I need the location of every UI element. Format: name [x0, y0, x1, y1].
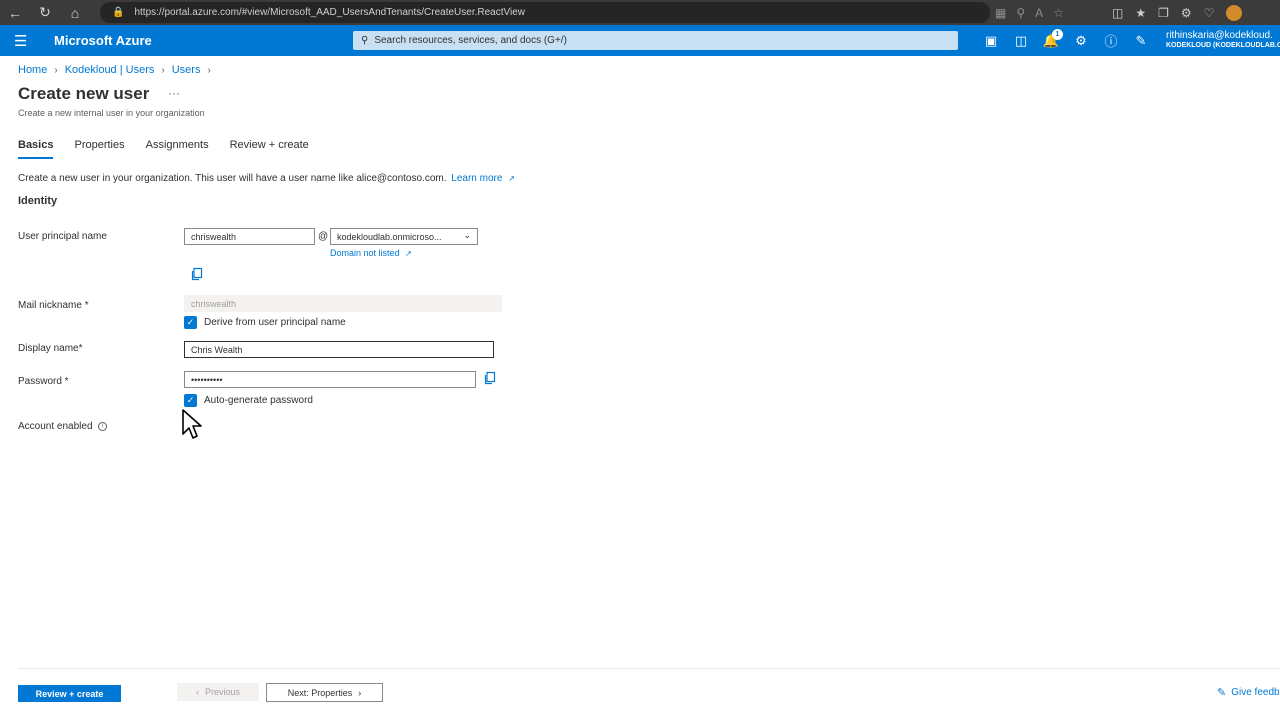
review-create-button[interactable]: Review + create: [18, 685, 121, 702]
mail-nickname-label: Mail nickname *: [18, 300, 89, 311]
breadcrumb: Home › Kodekloud | Users › Users ›: [18, 64, 218, 76]
read-aloud-icon[interactable]: A: [1035, 6, 1043, 20]
upn-input[interactable]: chriswealth: [184, 228, 315, 245]
page-title: Create new user: [18, 84, 150, 103]
hamburger-menu-icon[interactable]: ☰: [14, 32, 27, 50]
domain-not-listed-link[interactable]: Domain not listed ↗: [330, 248, 412, 258]
learn-more-link[interactable]: Learn more: [451, 173, 502, 184]
collections-icon[interactable]: ❐: [1158, 6, 1169, 20]
account-tenant: KODEKLOUD (KODEKLOUDLAB.O: [1166, 42, 1280, 49]
autogen-label: Auto-generate password: [204, 395, 313, 406]
password-input[interactable]: ••••••••••: [184, 371, 476, 388]
page-subtitle: Create a new internal user in your organ…: [18, 108, 205, 118]
tab-review-create[interactable]: Review + create: [230, 139, 309, 156]
split-screen-icon[interactable]: ◫: [1112, 6, 1123, 20]
intro-description: Create a new user in your organization. …: [18, 173, 447, 184]
external-link-icon: ↗: [508, 174, 515, 183]
derive-label: Derive from user principal name: [204, 317, 346, 328]
copy-icon[interactable]: [190, 267, 204, 281]
favorite-star-icon[interactable]: ☆: [1053, 6, 1064, 20]
breadcrumb-users[interactable]: Users: [172, 64, 201, 76]
help-icon[interactable]: ⓘ: [1096, 25, 1126, 56]
account-name: rithinskaria@kodekloud.: [1166, 30, 1273, 41]
search-placeholder: Search resources, services, and docs (G+…: [374, 35, 567, 46]
brand-name[interactable]: Microsoft Azure: [54, 33, 152, 48]
password-label: Password *: [18, 376, 69, 387]
breadcrumb-kodekloud-users[interactable]: Kodekloud | Users: [65, 64, 155, 76]
app-install-icon[interactable]: ▦: [995, 6, 1006, 20]
footer-divider: [18, 668, 1280, 669]
url-text: https://portal.azure.com/#view/Microsoft…: [134, 7, 525, 18]
give-feedback-link[interactable]: ✎ Give feedb: [1217, 686, 1280, 699]
breadcrumb-home[interactable]: Home: [18, 64, 47, 76]
cloud-shell-icon[interactable]: ▣: [976, 25, 1006, 56]
domain-dropdown[interactable]: kodekloudlab.onmicroso... ⌄: [330, 228, 478, 245]
copy-password-icon[interactable]: [483, 371, 497, 385]
display-name-label: Display name*: [18, 343, 83, 354]
domain-value: kodekloudlab.onmicroso...: [337, 231, 442, 242]
global-search-input[interactable]: ⚲ Search resources, services, and docs (…: [353, 31, 958, 50]
account-enabled-label: Account enabled i: [18, 421, 108, 432]
previous-label: Previous: [204, 687, 240, 697]
zoom-icon[interactable]: ⚲: [1016, 6, 1025, 20]
favorites-icon[interactable]: ★: [1135, 6, 1146, 20]
more-options-icon[interactable]: ···: [168, 86, 180, 100]
extensions-icon[interactable]: ⚙: [1181, 6, 1192, 20]
derive-checkbox-row[interactable]: ✓ Derive from user principal name: [184, 316, 346, 329]
browser-toolbar: ← ↻ ⌂ 🔒 https://portal.azure.com/#view/M…: [0, 0, 1280, 25]
browser-essentials-icon[interactable]: ♡: [1204, 6, 1215, 20]
next-label: Next: Properties: [287, 687, 353, 698]
tab-assignments[interactable]: Assignments: [146, 139, 209, 156]
mail-nickname-input: chriswealth: [184, 295, 502, 312]
lock-icon: 🔒: [112, 7, 125, 18]
chevron-down-icon: ⌄: [463, 230, 471, 240]
feedback-person-icon: ✎: [1217, 687, 1227, 699]
autogen-password-checkbox[interactable]: ✓: [184, 394, 197, 407]
account-menu[interactable]: rithinskaria@kodekloud. KODEKLOUD (KODEK…: [1166, 30, 1280, 51]
chevron-right-icon: ›: [54, 64, 58, 76]
at-sign: @: [318, 231, 329, 242]
notifications-bell-icon[interactable]: 🔔 1: [1036, 25, 1066, 56]
chevron-right-icon: ›: [161, 64, 165, 76]
feedback-label: Give feedb: [1231, 687, 1280, 698]
tab-basics[interactable]: Basics: [18, 139, 54, 159]
home-icon[interactable]: ⌂: [60, 0, 90, 25]
chevron-right-icon: ›: [358, 687, 362, 698]
settings-gear-icon[interactable]: ⚙: [1066, 25, 1096, 56]
previous-button: ‹ Previous: [177, 683, 259, 701]
autogen-checkbox-row[interactable]: ✓ Auto-generate password: [184, 394, 313, 407]
account-enabled-text: Account enabled: [18, 421, 93, 432]
chevron-left-icon: ‹: [195, 687, 199, 697]
info-icon[interactable]: i: [98, 421, 108, 431]
intro-text: Create a new user in your organization. …: [18, 173, 515, 184]
tab-properties[interactable]: Properties: [74, 139, 124, 156]
profile-avatar[interactable]: [1226, 4, 1243, 21]
domain-link-text: Domain not listed: [330, 248, 400, 258]
azure-header: ☰ Microsoft Azure ⚲ Search resources, se…: [0, 25, 1280, 56]
notification-badge: 1: [1052, 29, 1063, 40]
derive-checkbox[interactable]: ✓: [184, 316, 197, 329]
address-bar[interactable]: 🔒 https://portal.azure.com/#view/Microso…: [100, 2, 990, 23]
feedback-icon[interactable]: ✎: [1126, 25, 1156, 56]
upn-label: User principal name: [18, 231, 107, 242]
next-properties-button[interactable]: Next: Properties ›: [266, 683, 383, 702]
back-icon[interactable]: ←: [0, 0, 30, 25]
wizard-tabs: Basics Properties Assignments Review + c…: [18, 139, 330, 159]
mouse-cursor-icon: [182, 409, 202, 439]
chevron-right-icon: ›: [207, 64, 211, 76]
display-name-input[interactable]: Chris Wealth: [184, 341, 494, 358]
directory-filter-icon[interactable]: ◫: [1006, 25, 1036, 56]
search-icon: ⚲: [361, 35, 369, 46]
section-identity: Identity: [18, 195, 58, 207]
external-link-icon: ↗: [405, 249, 412, 258]
refresh-icon[interactable]: ↻: [30, 0, 60, 25]
